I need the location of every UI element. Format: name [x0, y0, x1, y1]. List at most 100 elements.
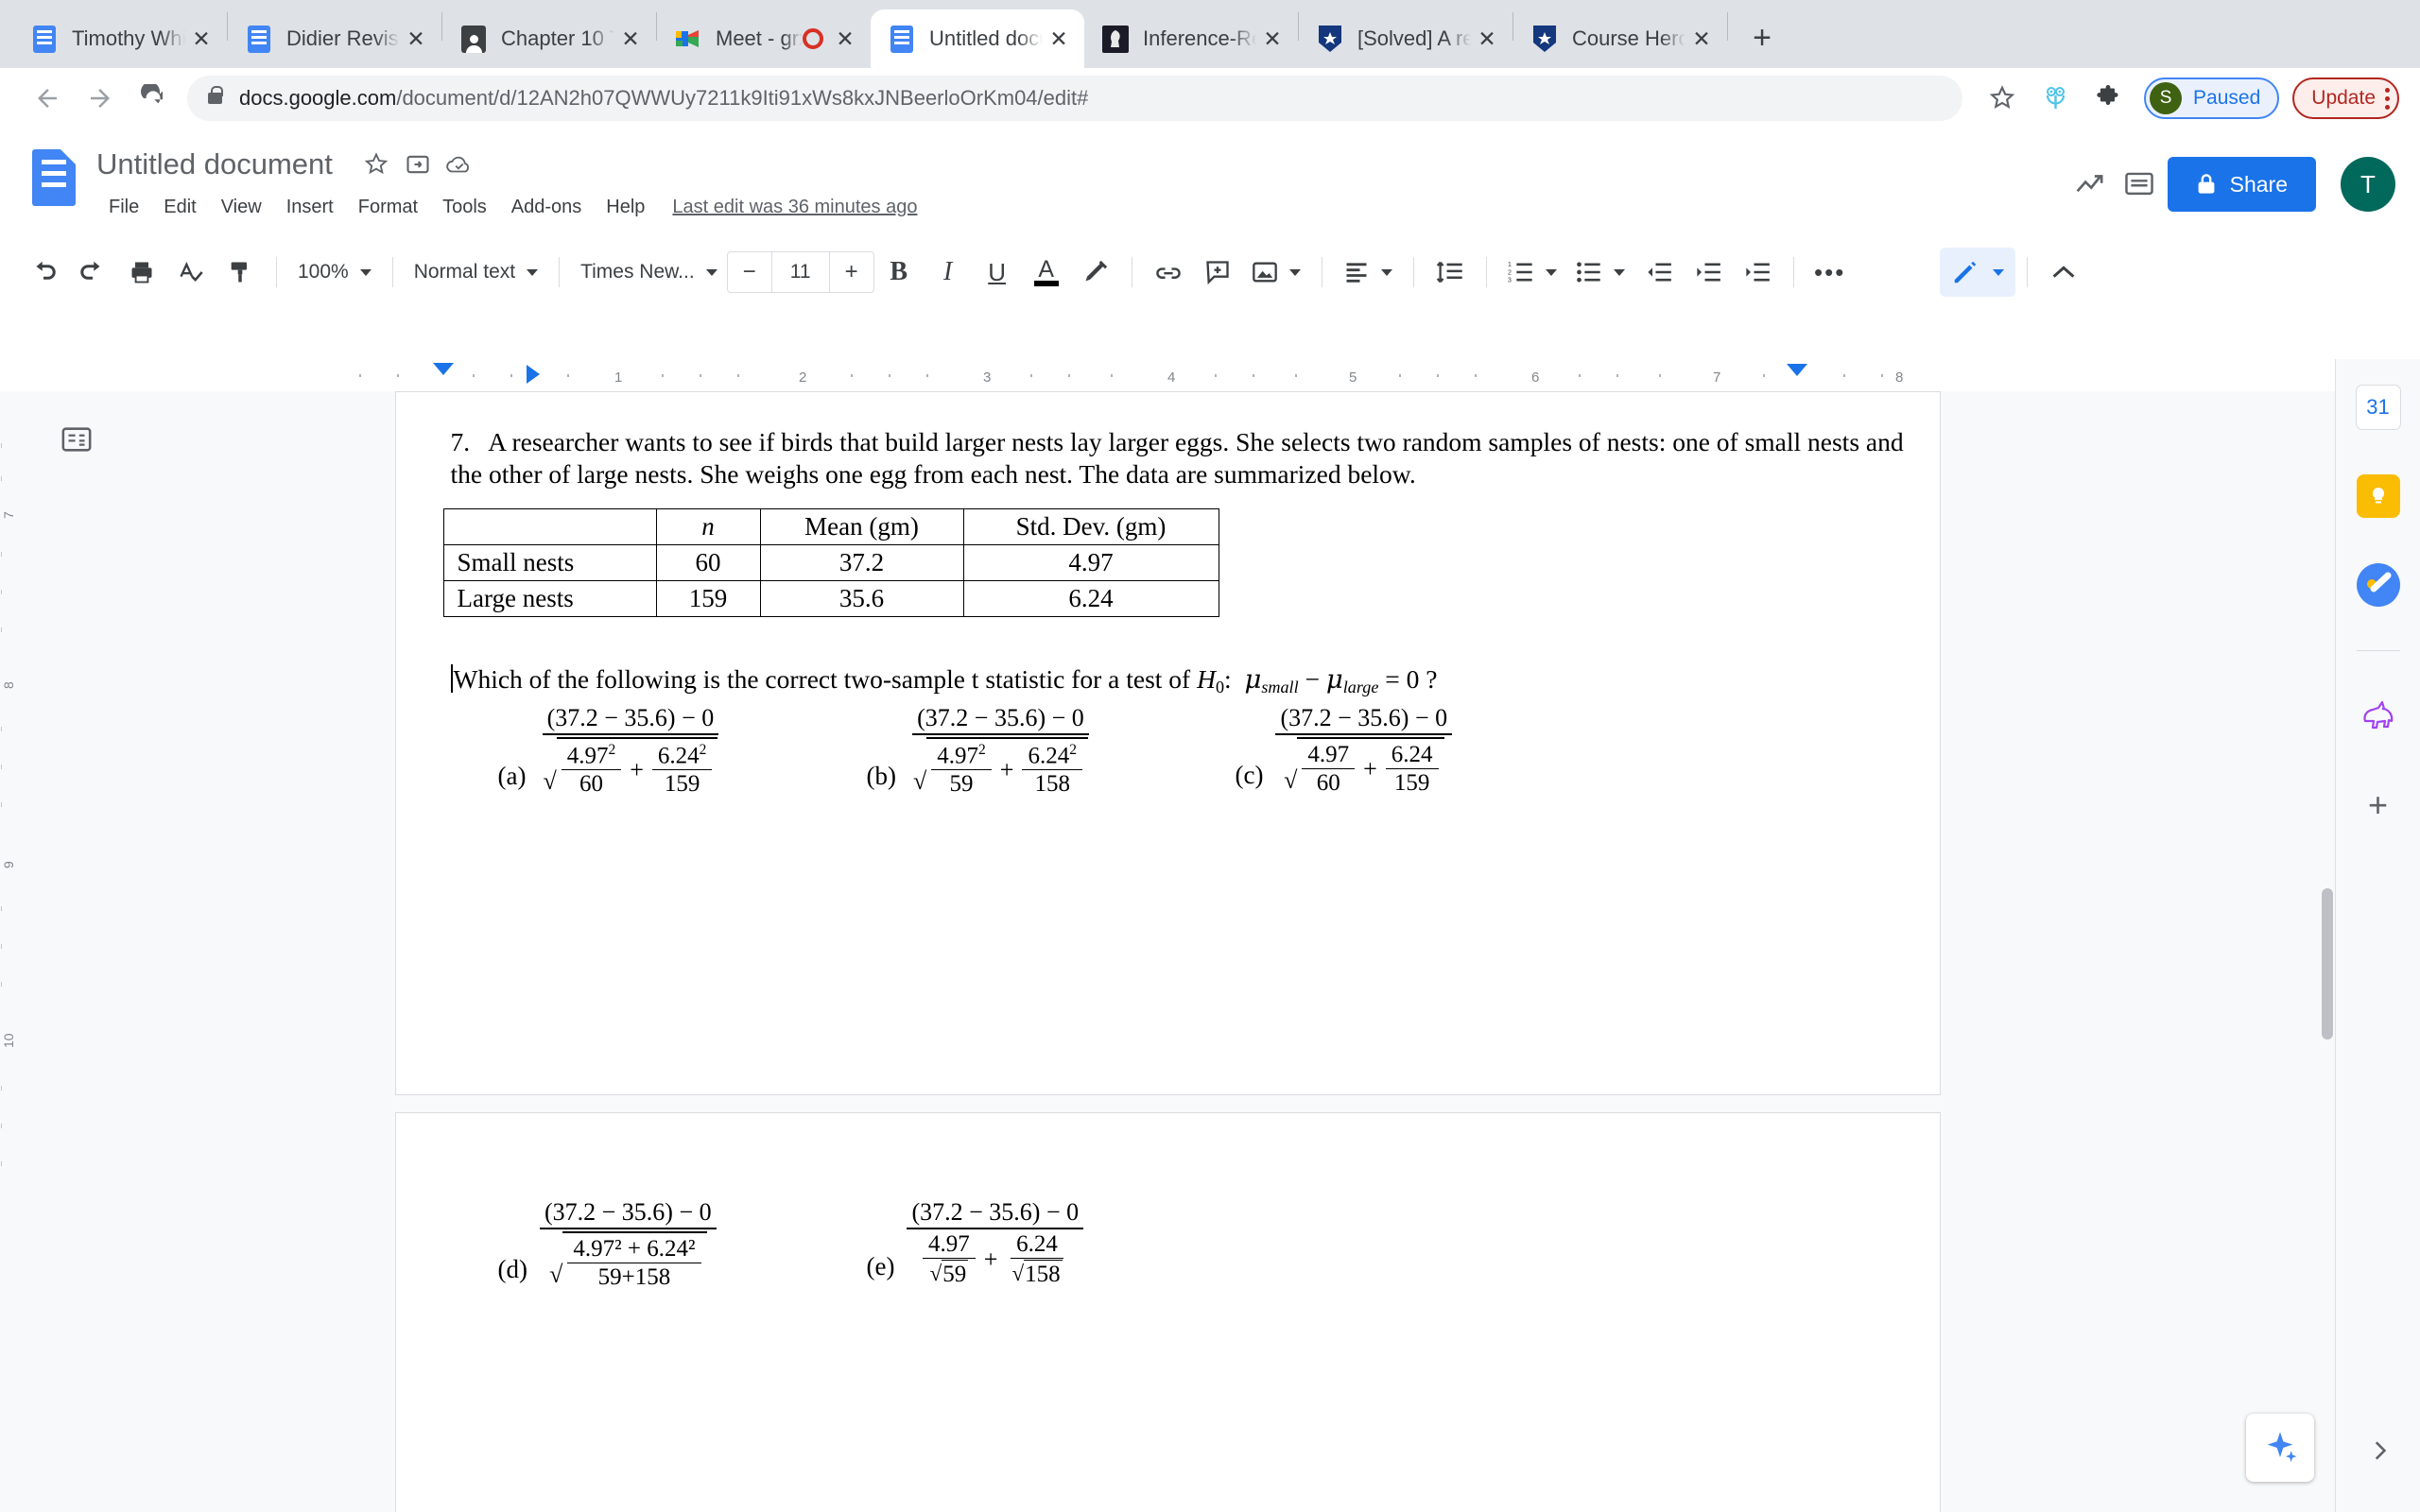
- bold-button[interactable]: B: [874, 248, 924, 297]
- hide-menus-chevron-up-icon[interactable]: [2039, 248, 2088, 297]
- italic-button[interactable]: I: [924, 248, 973, 297]
- browser-tab-active[interactable]: Untitled docum ✕: [871, 9, 1084, 68]
- comment-history-icon[interactable]: [2118, 163, 2160, 205]
- owl-extension-icon[interactable]: [2029, 72, 2082, 125]
- browser-tab[interactable]: Chapter 10 Tes ✕: [442, 9, 656, 68]
- menu-format[interactable]: Format: [346, 191, 430, 224]
- add-comment-icon[interactable]: [1193, 248, 1242, 297]
- close-icon[interactable]: ✕: [1043, 23, 1075, 55]
- account-avatar[interactable]: T: [2341, 157, 2395, 212]
- google-calendar-icon[interactable]: 31: [2355, 384, 2402, 431]
- horizontal-ruler[interactable]: 1 2 3 4 5 6 7 8: [0, 359, 2420, 391]
- move-to-folder-icon[interactable]: [397, 144, 439, 185]
- clear-formatting-icon[interactable]: [1733, 248, 1782, 297]
- menu-tools[interactable]: Tools: [430, 191, 499, 224]
- close-icon[interactable]: ✕: [1685, 23, 1718, 55]
- underline-button[interactable]: U: [973, 248, 1022, 297]
- document-page-2[interactable]: (d) (37.2 − 35.6) − 0 √ 4.97² + 6.24² 59…: [394, 1112, 1941, 1512]
- browser-tab[interactable]: Meet - grx- ✕: [657, 9, 871, 68]
- print-icon[interactable]: [117, 248, 166, 297]
- increase-indent-icon[interactable]: [1684, 248, 1733, 297]
- menu-addons[interactable]: Add-ons: [499, 191, 595, 224]
- first-line-indent-marker[interactable]: [433, 363, 454, 375]
- profile-paused-chip[interactable]: S Paused: [2144, 77, 2280, 119]
- font-size-value[interactable]: 11: [770, 252, 830, 292]
- unicorn-addon-icon[interactable]: [2355, 693, 2402, 740]
- bulleted-list-icon: [1576, 262, 1600, 283]
- cloud-saved-icon[interactable]: [439, 144, 480, 185]
- browser-menu-icon[interactable]: [2385, 87, 2390, 110]
- answer-choice-a[interactable]: (a) (37.2 − 35.6) − 0 √ 4.972 60 + 6.242…: [498, 704, 723, 798]
- answer-choice-d[interactable]: (d) (37.2 − 35.6) − 0 √ 4.97² + 6.24² 59…: [498, 1198, 717, 1291]
- close-icon[interactable]: ✕: [400, 23, 432, 55]
- activity-dashboard-icon[interactable]: [2069, 163, 2111, 205]
- page-title[interactable]: Untitled document: [96, 147, 333, 181]
- extensions-puzzle-icon[interactable]: [2082, 72, 2135, 125]
- font-size-decrease[interactable]: −: [728, 252, 771, 292]
- reload-icon[interactable]: [127, 72, 180, 125]
- google-tasks-icon[interactable]: [2355, 561, 2402, 609]
- expand-side-panel-icon[interactable]: [2356, 1427, 2403, 1474]
- decrease-indent-icon[interactable]: [1634, 248, 1684, 297]
- google-keep-icon[interactable]: [2355, 472, 2402, 520]
- paint-format-icon[interactable]: [216, 248, 265, 297]
- insert-link-icon[interactable]: [1144, 248, 1193, 297]
- close-icon[interactable]: ✕: [185, 23, 217, 55]
- document-scrollbar[interactable]: [2322, 888, 2333, 1040]
- redo-icon[interactable]: [68, 248, 117, 297]
- address-bar[interactable]: docs.google.com/document/d/12AN2h07QWWUy…: [187, 76, 1963, 121]
- paragraph-style-dropdown[interactable]: Normal text: [405, 248, 547, 297]
- browser-tab[interactable]: [Solved] A rese ✕: [1299, 9, 1512, 68]
- update-button[interactable]: Update: [2292, 77, 2399, 119]
- answer-choice-c[interactable]: (c) (37.2 − 35.6) − 0 √ 4.97 60 + 6.24 1…: [1236, 704, 1453, 797]
- highlight-color-icon[interactable]: [1071, 248, 1120, 297]
- browser-tab[interactable]: Timothy Whitel ✕: [13, 9, 227, 68]
- align-dropdown[interactable]: [1334, 248, 1402, 297]
- insert-image-dropdown[interactable]: [1242, 248, 1310, 297]
- back-icon[interactable]: [21, 72, 74, 125]
- image-icon: [1252, 262, 1277, 283]
- undo-icon[interactable]: [19, 248, 68, 297]
- browser-tab[interactable]: Didier Revision ✕: [228, 9, 441, 68]
- menu-file[interactable]: File: [96, 191, 151, 224]
- document-page-1[interactable]: 7. A researcher wants to see if birds th…: [394, 391, 1941, 1095]
- close-icon[interactable]: ✕: [1471, 23, 1503, 55]
- menu-help[interactable]: Help: [594, 191, 657, 224]
- new-tab-button[interactable]: +: [1739, 15, 1785, 60]
- answer-choice-b[interactable]: (b) (37.2 − 35.6) − 0 √ 4.972 59 + 6.242…: [867, 704, 1093, 798]
- ruler-mark: 2: [799, 369, 807, 386]
- close-icon[interactable]: ✕: [614, 23, 647, 55]
- close-icon[interactable]: ✕: [829, 23, 861, 55]
- exponent: 2: [978, 742, 986, 758]
- add-addon-icon[interactable]: +: [2355, 782, 2402, 829]
- forward-icon[interactable]: [74, 72, 127, 125]
- left-indent-marker[interactable]: [527, 365, 540, 384]
- share-button[interactable]: Share: [2167, 157, 2316, 212]
- text-color-button[interactable]: A: [1022, 248, 1071, 297]
- bulleted-list-dropdown[interactable]: [1566, 248, 1634, 297]
- browser-tab[interactable]: Course Hero ✕: [1513, 9, 1727, 68]
- answer-choice-e[interactable]: (e) (37.2 − 35.6) − 0 4.97 √ 59 + 6.24 √…: [867, 1198, 1084, 1288]
- star-icon[interactable]: [355, 144, 397, 185]
- line-spacing-icon[interactable]: [1426, 248, 1475, 297]
- font-size-stepper[interactable]: − 11 +: [726, 251, 874, 293]
- zoom-dropdown[interactable]: 100%: [288, 248, 381, 297]
- editing-mode-dropdown[interactable]: [1939, 248, 2015, 297]
- right-indent-marker[interactable]: [1787, 364, 1807, 376]
- menu-insert[interactable]: Insert: [274, 191, 346, 224]
- numbered-list-dropdown[interactable]: 12 3: [1498, 248, 1566, 297]
- bookmark-star-icon[interactable]: [1976, 72, 2029, 125]
- explore-button[interactable]: [2246, 1414, 2314, 1482]
- font-dropdown[interactable]: Times New...: [571, 248, 727, 297]
- menu-view[interactable]: View: [209, 191, 274, 224]
- more-options-button[interactable]: •••: [1806, 248, 1855, 297]
- close-icon[interactable]: ✕: [1256, 23, 1288, 55]
- calendar-glyph: 31: [2356, 386, 2400, 429]
- numerator: (37.2 − 35.6) − 0: [912, 704, 1089, 735]
- docs-menu-bar: File Edit View Insert Format Tools Add-o…: [96, 191, 917, 224]
- spellcheck-icon[interactable]: [166, 248, 216, 297]
- browser-tab[interactable]: Inference-Revi ✕: [1084, 9, 1298, 68]
- menu-edit[interactable]: Edit: [151, 191, 208, 224]
- last-edit-label[interactable]: Last edit was 36 minutes ago: [672, 197, 917, 218]
- font-size-increase[interactable]: +: [830, 252, 873, 292]
